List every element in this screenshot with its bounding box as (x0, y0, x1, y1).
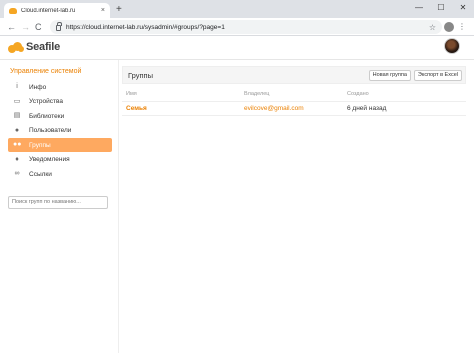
sidebar-item-4[interactable]: ●● Группы (8, 138, 112, 152)
groups-table: Имя Владелец Создано Семья evilcove@gmai… (122, 87, 466, 116)
sidebar-item-6[interactable]: ∞ Ссылки (8, 167, 112, 181)
browser-tab-strip: Cloud.internet-lab.ru × + — ☐ ✕ (0, 0, 474, 18)
sidebar-item-2[interactable]: ▤ Библиотеки (8, 109, 112, 123)
address-bar[interactable]: https://cloud.internet-lab.ru/sysadmin/#… (50, 20, 442, 34)
maximize-button[interactable]: ☐ (434, 2, 448, 14)
close-window-button[interactable]: ✕ (456, 2, 470, 14)
column-name-header: Имя (122, 87, 240, 102)
sidebar-item-5[interactable]: ♦ Уведомления (8, 153, 112, 167)
page-title: Группы (128, 70, 153, 80)
bookmark-star-icon[interactable]: ☆ (429, 23, 436, 32)
logo-text: Seafile (26, 41, 61, 53)
group-name-link[interactable]: Семья (126, 105, 147, 112)
column-created-header: Создано (343, 87, 466, 102)
sidebar-item-label: Пользователи (29, 127, 72, 134)
sidebar-item-3[interactable]: ● Пользователи (8, 124, 112, 138)
divider (118, 60, 119, 353)
sidebar-item-label: Библиотеки (29, 112, 65, 120)
sidebar-item-label: Устройства (29, 98, 64, 105)
tab-close-icon[interactable]: × (101, 7, 105, 14)
browser-menu-icon[interactable]: ⋮ (458, 22, 466, 32)
seafile-logo-icon (8, 41, 24, 53)
sidebar-item-0[interactable]: i Инфо (8, 80, 112, 94)
browser-tab[interactable]: Cloud.internet-lab.ru × (4, 3, 110, 18)
link-icon: ∞ (14, 170, 20, 177)
sidebar-title: Управление системой (10, 68, 82, 75)
group-owner-link[interactable]: evilcove@gmail.com (244, 105, 304, 112)
group-created: 6 дней назад (347, 104, 387, 112)
table-header-row: Имя Владелец Создано (122, 87, 466, 102)
seafile-logo[interactable]: Seafile (8, 41, 60, 53)
sidebar-item-label: Уведомления (29, 156, 70, 163)
tab-title: Cloud.internet-lab.ru (21, 7, 76, 14)
user-avatar[interactable] (444, 38, 460, 54)
sidebar-item-label: Инфо (29, 83, 47, 91)
export-excel-button[interactable]: Экспорт в Excel (413, 69, 462, 81)
reload-button[interactable]: C (35, 21, 42, 33)
sidebar-item-1[interactable]: ▭ Устройства (8, 95, 112, 109)
new-tab-button[interactable]: + (116, 3, 122, 16)
group-search-input[interactable] (8, 195, 108, 209)
info-icon: i (16, 83, 18, 90)
browser-toolbar: ← → C https://cloud.internet-lab.ru/sysa… (0, 18, 474, 36)
user-icon: ● (14, 126, 20, 134)
sidebar: Управление системой i Инфо ▭ Устройства ▤ Биб… (8, 64, 112, 209)
monitor-icon: ▭ (13, 97, 21, 105)
sidebar-item-label: Группы (29, 141, 51, 149)
panel-header: Группы Новая группа Экспорт в Excel (122, 66, 466, 84)
new-group-button[interactable]: Новая группа (368, 69, 411, 81)
main-panel: Группы Новая группа Экспорт в Excel Имя … (122, 66, 466, 116)
url-text[interactable]: https://cloud.internet-lab.ru/sysadmin/#… (66, 24, 429, 31)
bell-icon: ♦ (15, 155, 19, 163)
minimize-button[interactable]: — (412, 2, 426, 14)
seafile-favicon-icon (9, 7, 17, 14)
browser-profile-icon[interactable] (444, 22, 454, 32)
sidebar-item-label: Ссылки (29, 170, 52, 178)
library-icon: ▤ (13, 112, 21, 119)
forward-button[interactable]: → (21, 21, 30, 33)
group-icon: ●● (13, 141, 22, 148)
back-button[interactable]: ← (7, 21, 16, 33)
column-owner-header: Владелец (240, 87, 343, 102)
app-header: Seafile (0, 36, 474, 60)
lock-icon (56, 22, 62, 31)
table-row: Семья evilcove@gmail.com 6 дней назад (122, 101, 466, 116)
